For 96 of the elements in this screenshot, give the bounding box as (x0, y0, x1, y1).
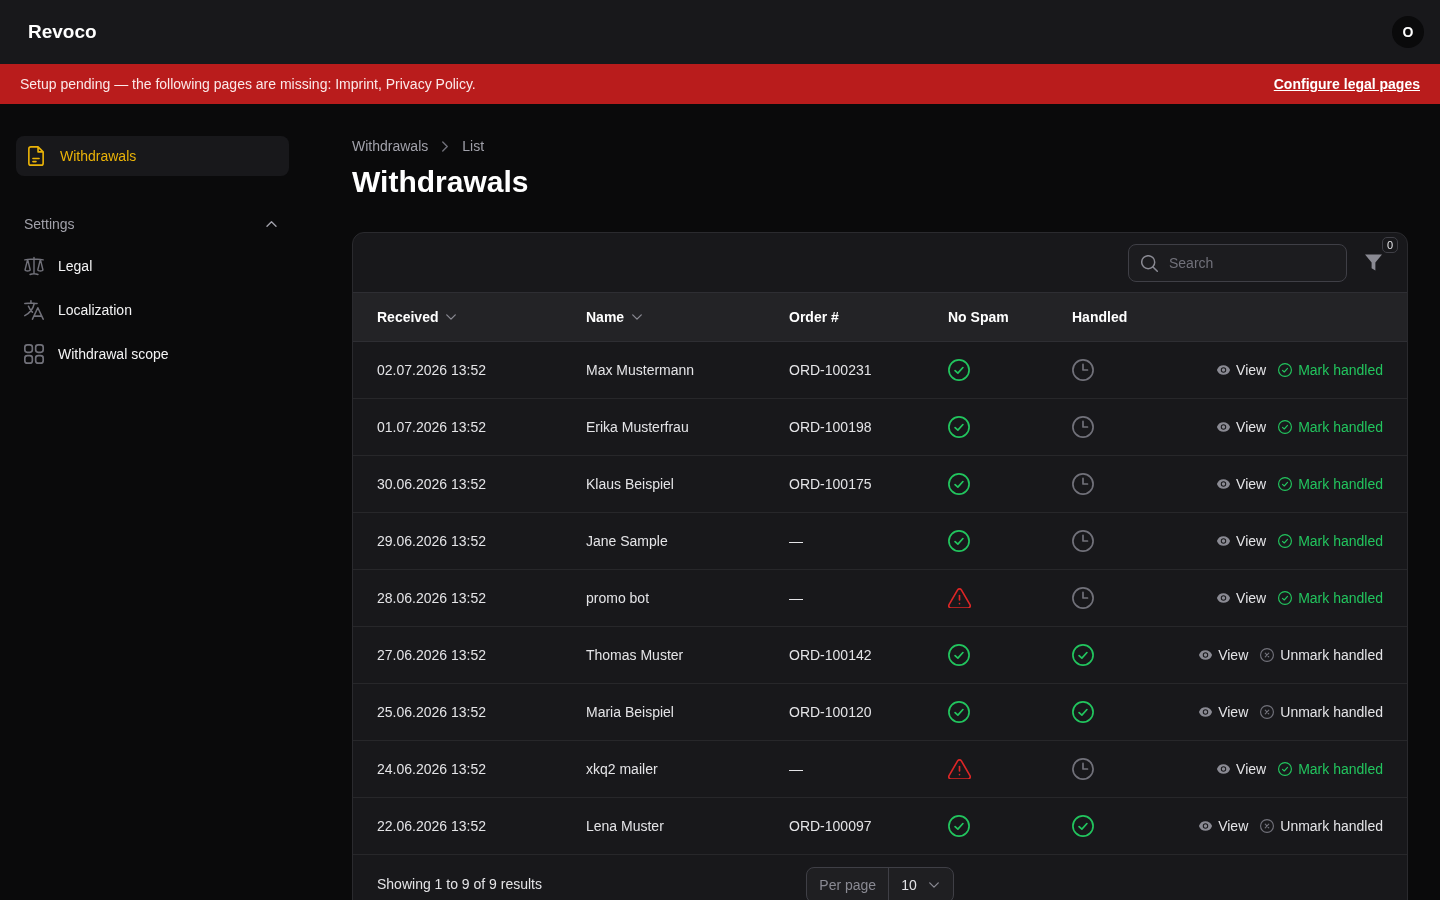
column-header: Handled (1072, 309, 1128, 325)
sidebar-item[interactable]: Withdrawals (16, 136, 289, 176)
toggle-handled-button[interactable]: Mark handled (1278, 476, 1383, 492)
eye-icon (1199, 821, 1213, 831)
view-button[interactable]: View (1217, 362, 1267, 378)
chevron-down-icon (632, 314, 643, 320)
name-cell: Klaus Beispiel (586, 476, 674, 492)
column-header[interactable]: Name (586, 309, 643, 325)
check-circle-icon (1278, 591, 1293, 605)
per-page-label: Per page (807, 868, 890, 900)
check-circle-icon (1278, 534, 1293, 548)
app-logo: Revoco (28, 21, 97, 43)
name-cell: Lena Muster (586, 818, 664, 834)
sidebar-item[interactable]: Withdrawal scope (16, 332, 289, 376)
view-button[interactable]: View (1217, 533, 1267, 549)
name-cell: Thomas Muster (586, 647, 684, 663)
date-cell: 02.07.2026 13:52 (377, 362, 486, 378)
date-cell: 30.06.2026 13:52 (377, 476, 486, 492)
eye-icon (1217, 536, 1231, 546)
toggle-handled-button[interactable]: Mark handled (1278, 533, 1383, 549)
name-cell: xkq2 mailer (586, 761, 658, 777)
view-button[interactable]: View (1217, 761, 1267, 777)
avatar-button[interactable]: O (1392, 16, 1424, 48)
breadcrumb-link[interactable]: List (462, 138, 485, 154)
eye-icon (1217, 764, 1231, 774)
order-cell: ORD-100198 (789, 419, 872, 435)
check-circle-icon (1278, 477, 1293, 491)
translate-icon (24, 300, 44, 320)
x-circle-icon (1260, 648, 1275, 662)
eye-icon (1217, 422, 1231, 432)
order-cell: ORD-100142 (789, 647, 872, 663)
date-cell: 27.06.2026 13:52 (377, 647, 486, 663)
column-header[interactable]: Received (377, 309, 457, 325)
order-cell: ORD-100120 (789, 704, 872, 720)
chevron-down-icon (928, 882, 939, 888)
order-cell: — (789, 761, 803, 777)
toggle-handled-button[interactable]: Mark handled (1278, 362, 1383, 378)
view-button[interactable]: View (1217, 476, 1267, 492)
order-cell: ORD-100231 (789, 362, 872, 378)
check-circle-icon (1278, 363, 1293, 377)
name-cell: Maria Beispiel (586, 704, 674, 720)
order-cell: ORD-100097 (789, 818, 872, 834)
name-cell: Erika Musterfrau (586, 419, 689, 435)
toggle-handled-button[interactable]: Unmark handled (1260, 704, 1383, 720)
configure-link[interactable]: Configure legal pages (1273, 76, 1420, 92)
date-cell: 29.06.2026 13:52 (377, 533, 486, 549)
document-icon (26, 146, 46, 166)
check-circle-icon (1278, 420, 1293, 434)
grid-icon (24, 344, 44, 364)
toggle-handled-button[interactable]: Mark handled (1278, 761, 1383, 777)
view-button[interactable]: View (1217, 419, 1267, 435)
eye-icon (1217, 365, 1231, 375)
date-cell: 25.06.2026 13:52 (377, 704, 486, 720)
scales-icon (24, 256, 44, 276)
chevron-icon (266, 221, 277, 227)
results-summary: Showing 1 to 9 of 9 results (377, 875, 542, 892)
chevron-down-icon (446, 314, 457, 320)
search-icon (1141, 254, 1158, 272)
filter-count-badge: 0 (1382, 236, 1398, 253)
chevron-right-icon (442, 140, 449, 152)
column-header: No Spam (948, 309, 1009, 325)
per-page-select[interactable]: 10 (889, 868, 953, 900)
order-cell: — (789, 590, 803, 606)
name-cell: Max Mustermann (586, 362, 695, 378)
date-cell: 24.06.2026 13:52 (377, 761, 486, 777)
toggle-handled-button[interactable]: Unmark handled (1260, 647, 1383, 663)
view-button[interactable]: View (1199, 704, 1249, 720)
date-cell: 22.06.2026 13:52 (377, 818, 486, 834)
view-button[interactable]: View (1217, 590, 1267, 606)
date-cell: 01.07.2026 13:52 (377, 419, 486, 435)
eye-icon (1217, 593, 1231, 603)
column-header: Order # (789, 309, 839, 325)
x-circle-icon (1260, 819, 1275, 833)
date-cell: 28.06.2026 13:52 (377, 590, 486, 606)
eye-icon (1217, 479, 1231, 489)
page-title: Withdrawals (352, 164, 530, 200)
x-circle-icon (1260, 705, 1275, 719)
name-cell: Jane Sample (586, 533, 668, 549)
view-button[interactable]: View (1199, 818, 1249, 834)
name-cell: promo bot (586, 590, 650, 606)
breadcrumb-link[interactable]: Withdrawals (352, 138, 429, 154)
order-cell: ORD-100175 (789, 476, 872, 492)
toggle-handled-button[interactable]: Mark handled (1278, 590, 1383, 606)
order-cell: — (789, 533, 803, 549)
sidebar-item[interactable]: Legal (16, 244, 289, 288)
check-circle-icon (1278, 762, 1293, 776)
banner-message: Setup pending — the following pages are missing: Imprint, Privacy Policy. (20, 76, 476, 92)
toggle-handled-button[interactable]: Mark handled (1278, 419, 1383, 435)
search-field[interactable]: Search (1128, 243, 1347, 282)
sidebar-item[interactable]: Localization (16, 288, 289, 332)
eye-icon (1199, 707, 1213, 717)
toggle-handled-button[interactable]: Unmark handled (1260, 818, 1383, 834)
filter-icon (1364, 254, 1382, 271)
sidebar-group-toggle[interactable]: Settings (16, 204, 289, 244)
view-button[interactable]: View (1199, 647, 1249, 663)
eye-icon (1199, 650, 1213, 660)
